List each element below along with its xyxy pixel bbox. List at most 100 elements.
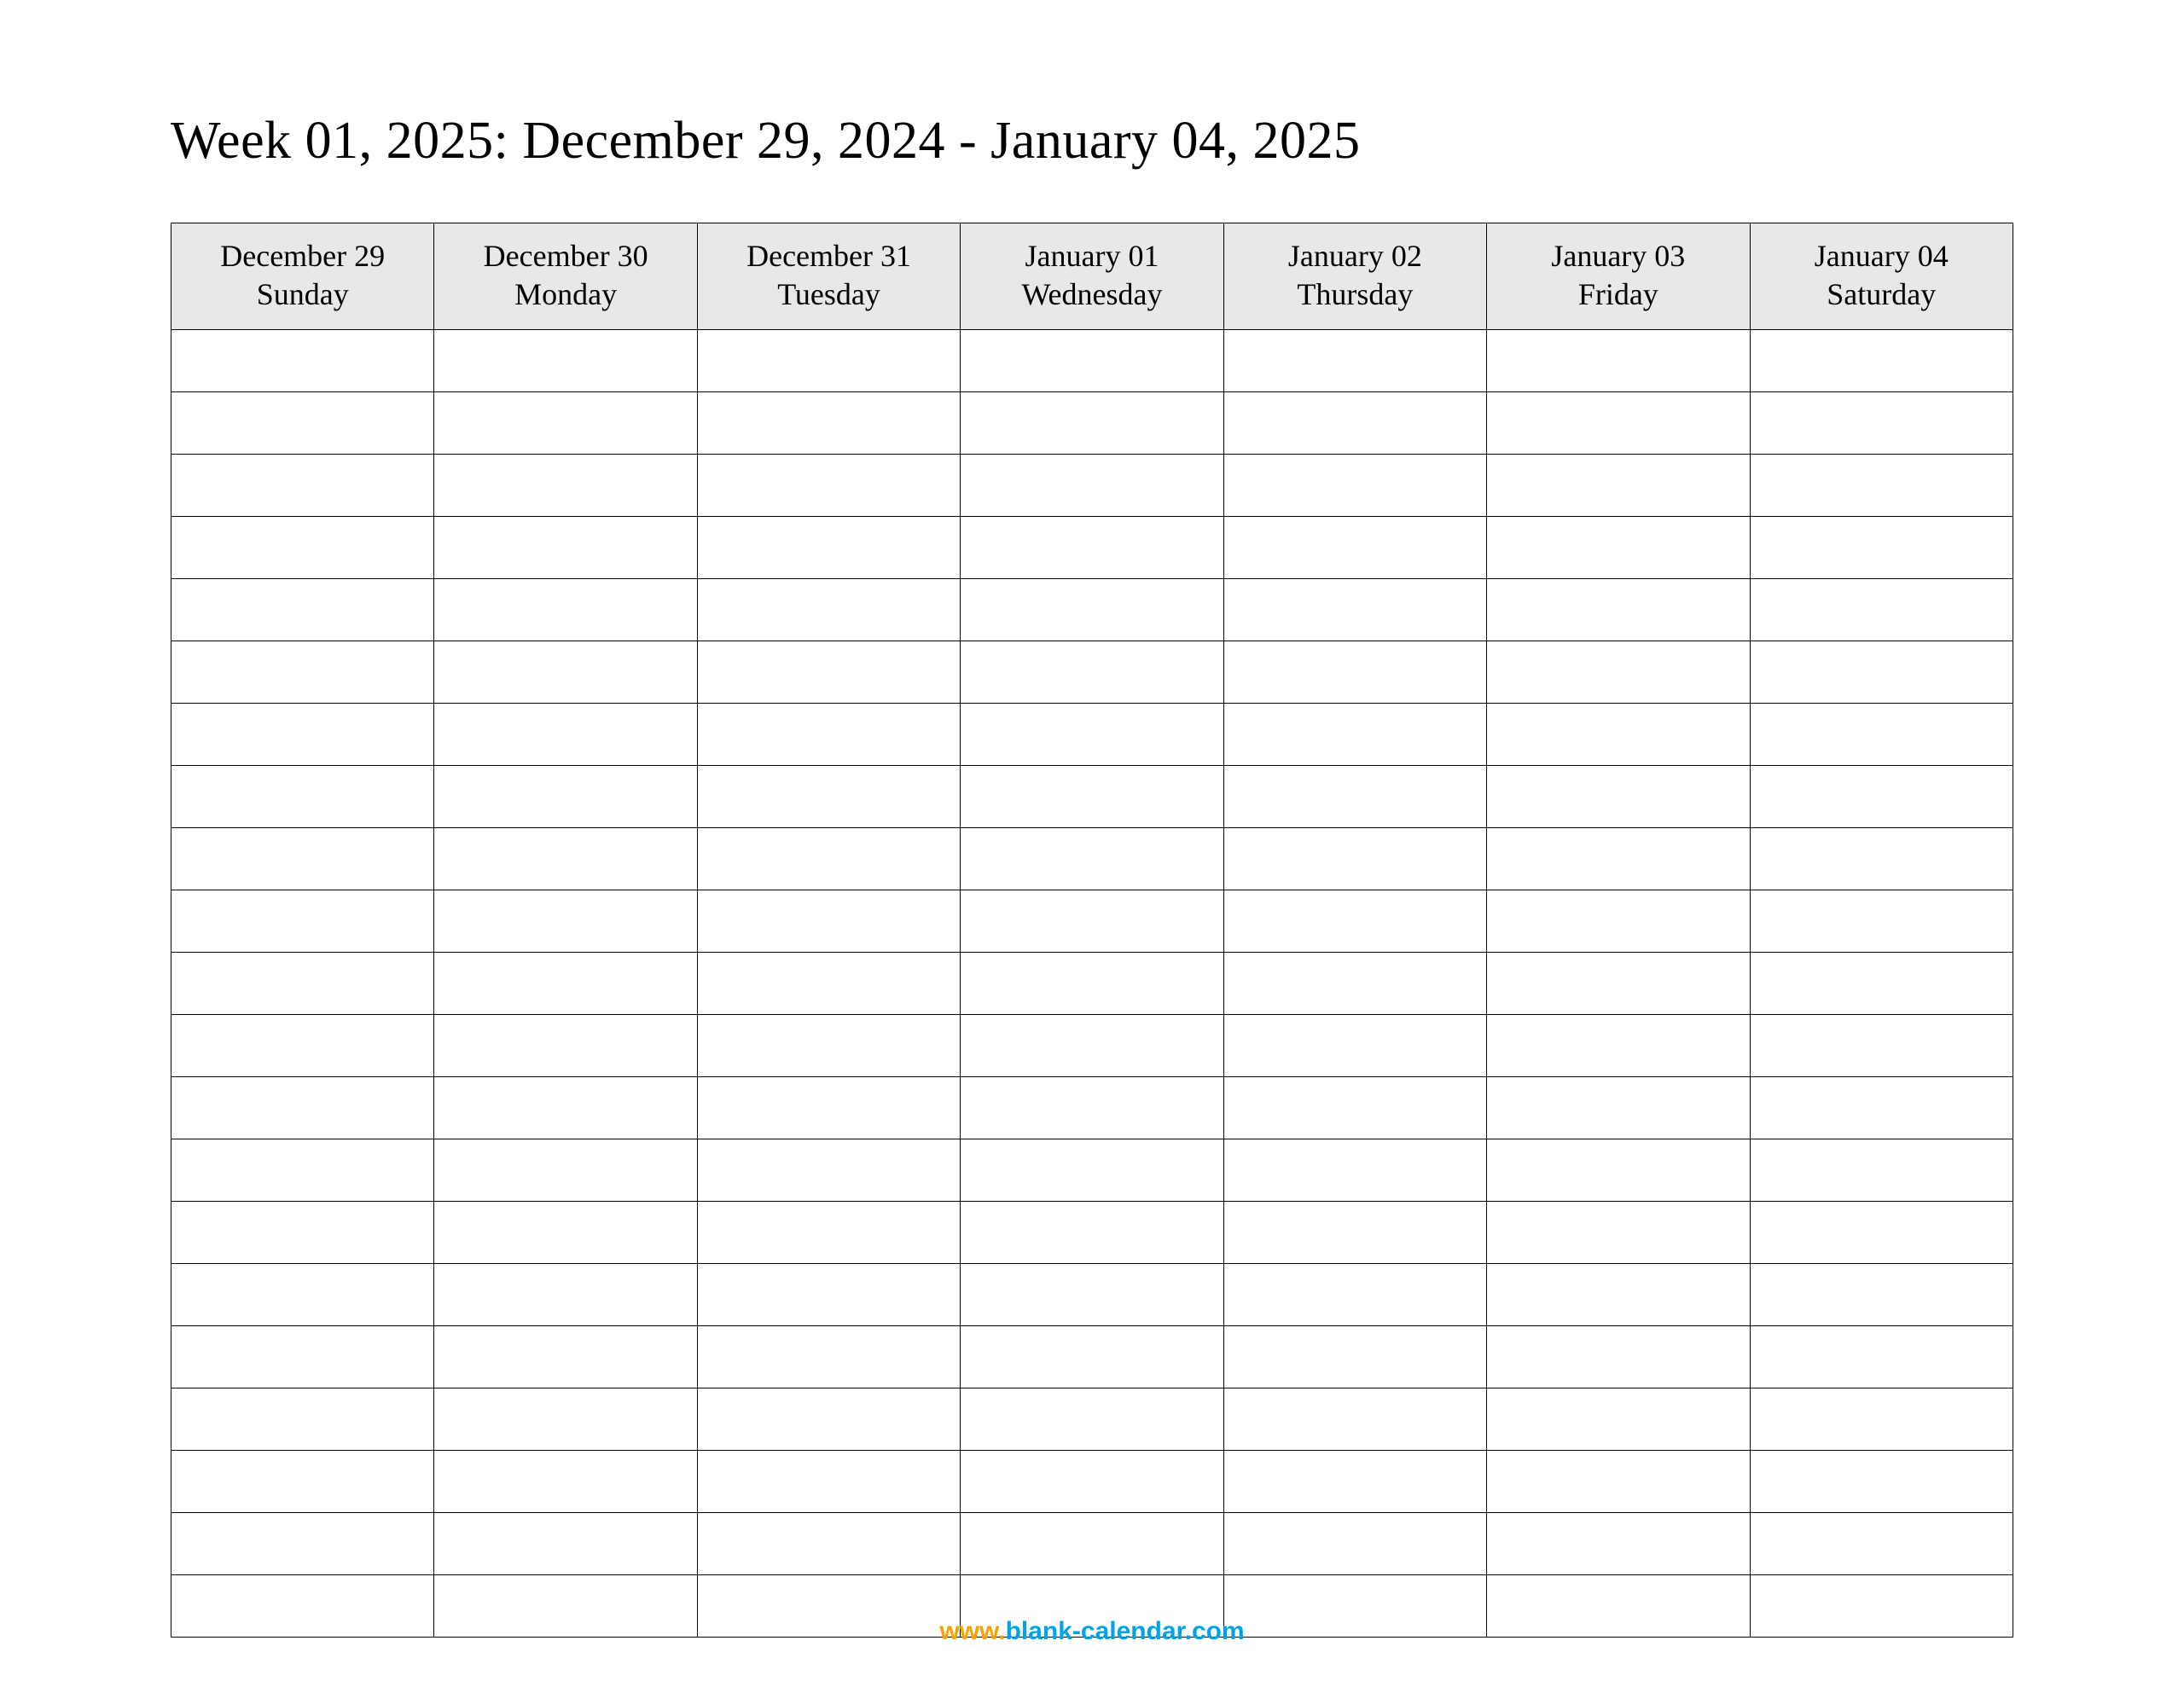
column-day: Thursday [1228,275,1483,314]
calendar-cell [961,1077,1223,1139]
calendar-cell [1487,828,1750,890]
calendar-body [171,330,2013,1638]
calendar-cell [434,1202,697,1264]
column-day: Saturday [1754,275,2009,314]
calendar-cell [434,1388,697,1451]
calendar-row [171,953,2013,1015]
calendar-row [171,828,2013,890]
column-date: December 31 [701,237,956,275]
calendar-cell [434,890,697,953]
calendar-cell [961,704,1223,766]
calendar-cell [697,1015,960,1077]
calendar-row [171,641,2013,704]
calendar-cell [1487,330,1750,392]
calendar-cell [434,579,697,641]
column-header: December 31 Tuesday [697,223,960,330]
weekly-calendar-table: December 29 Sunday December 30 Monday De… [171,223,2013,1638]
calendar-cell [1750,1264,2013,1326]
calendar-cell [961,953,1223,1015]
calendar-cell [961,1388,1223,1451]
calendar-cell [434,766,697,828]
calendar-cell [1750,1139,2013,1202]
calendar-cell [1750,517,2013,579]
calendar-header-row: December 29 Sunday December 30 Monday De… [171,223,2013,330]
column-date: January 01 [964,237,1219,275]
calendar-cell [1750,330,2013,392]
calendar-cell [697,766,960,828]
calendar-cell [1487,1513,1750,1575]
calendar-row [171,704,2013,766]
calendar-cell [1750,766,2013,828]
calendar-row [171,1326,2013,1388]
calendar-cell [1223,953,1486,1015]
calendar-cell [961,517,1223,579]
column-header: January 01 Wednesday [961,223,1223,330]
calendar-cell [961,1326,1223,1388]
calendar-cell [1487,1077,1750,1139]
calendar-cell [434,828,697,890]
calendar-cell [1487,704,1750,766]
calendar-cell [961,828,1223,890]
calendar-cell [1487,1015,1750,1077]
calendar-row [171,455,2013,517]
calendar-cell [1223,1077,1486,1139]
calendar-cell [434,517,697,579]
calendar-cell [1750,1015,2013,1077]
calendar-cell [1487,641,1750,704]
calendar-cell [697,455,960,517]
calendar-cell [1750,392,2013,455]
calendar-cell [171,455,434,517]
calendar-cell [1750,1202,2013,1264]
calendar-row [171,517,2013,579]
calendar-cell [697,704,960,766]
calendar-row [171,330,2013,392]
calendar-cell [961,392,1223,455]
calendar-row [171,1139,2013,1202]
calendar-cell [171,517,434,579]
calendar-cell [697,330,960,392]
calendar-cell [1750,828,2013,890]
calendar-cell [697,1513,960,1575]
calendar-cell [961,641,1223,704]
calendar-cell [697,392,960,455]
calendar-cell [171,1326,434,1388]
column-day: Monday [438,275,693,314]
calendar-row [171,1077,2013,1139]
calendar-cell [961,330,1223,392]
column-header: December 30 Monday [434,223,697,330]
calendar-cell [1487,455,1750,517]
calendar-cell [961,766,1223,828]
calendar-row [171,890,2013,953]
calendar-cell [1750,455,2013,517]
calendar-cell [434,641,697,704]
calendar-cell [434,1015,697,1077]
calendar-cell [961,1513,1223,1575]
column-date: January 03 [1490,237,1745,275]
calendar-cell [434,1326,697,1388]
calendar-cell [697,1139,960,1202]
column-header: January 04 Saturday [1750,223,2013,330]
column-date: December 29 [175,237,430,275]
calendar-cell [1223,1513,1486,1575]
footer-url: www.blank-calendar.com [0,1617,2184,1646]
calendar-cell [434,455,697,517]
column-day: Wednesday [964,275,1219,314]
calendar-cell [171,704,434,766]
calendar-cell [171,1139,434,1202]
calendar-cell [1223,1388,1486,1451]
calendar-cell [697,1451,960,1513]
calendar-cell [1750,1388,2013,1451]
calendar-cell [434,1513,697,1575]
calendar-cell [697,828,960,890]
calendar-cell [961,1202,1223,1264]
calendar-cell [697,1388,960,1451]
calendar-cell [1223,890,1486,953]
calendar-cell [697,1264,960,1326]
calendar-row [171,1015,2013,1077]
calendar-cell [697,1202,960,1264]
calendar-cell [171,579,434,641]
footer-url-domain: blank-calendar.com [1006,1617,1245,1645]
calendar-cell [1223,579,1486,641]
page-title: Week 01, 2025: December 29, 2024 - Janua… [171,111,2013,171]
calendar-cell [1223,1264,1486,1326]
